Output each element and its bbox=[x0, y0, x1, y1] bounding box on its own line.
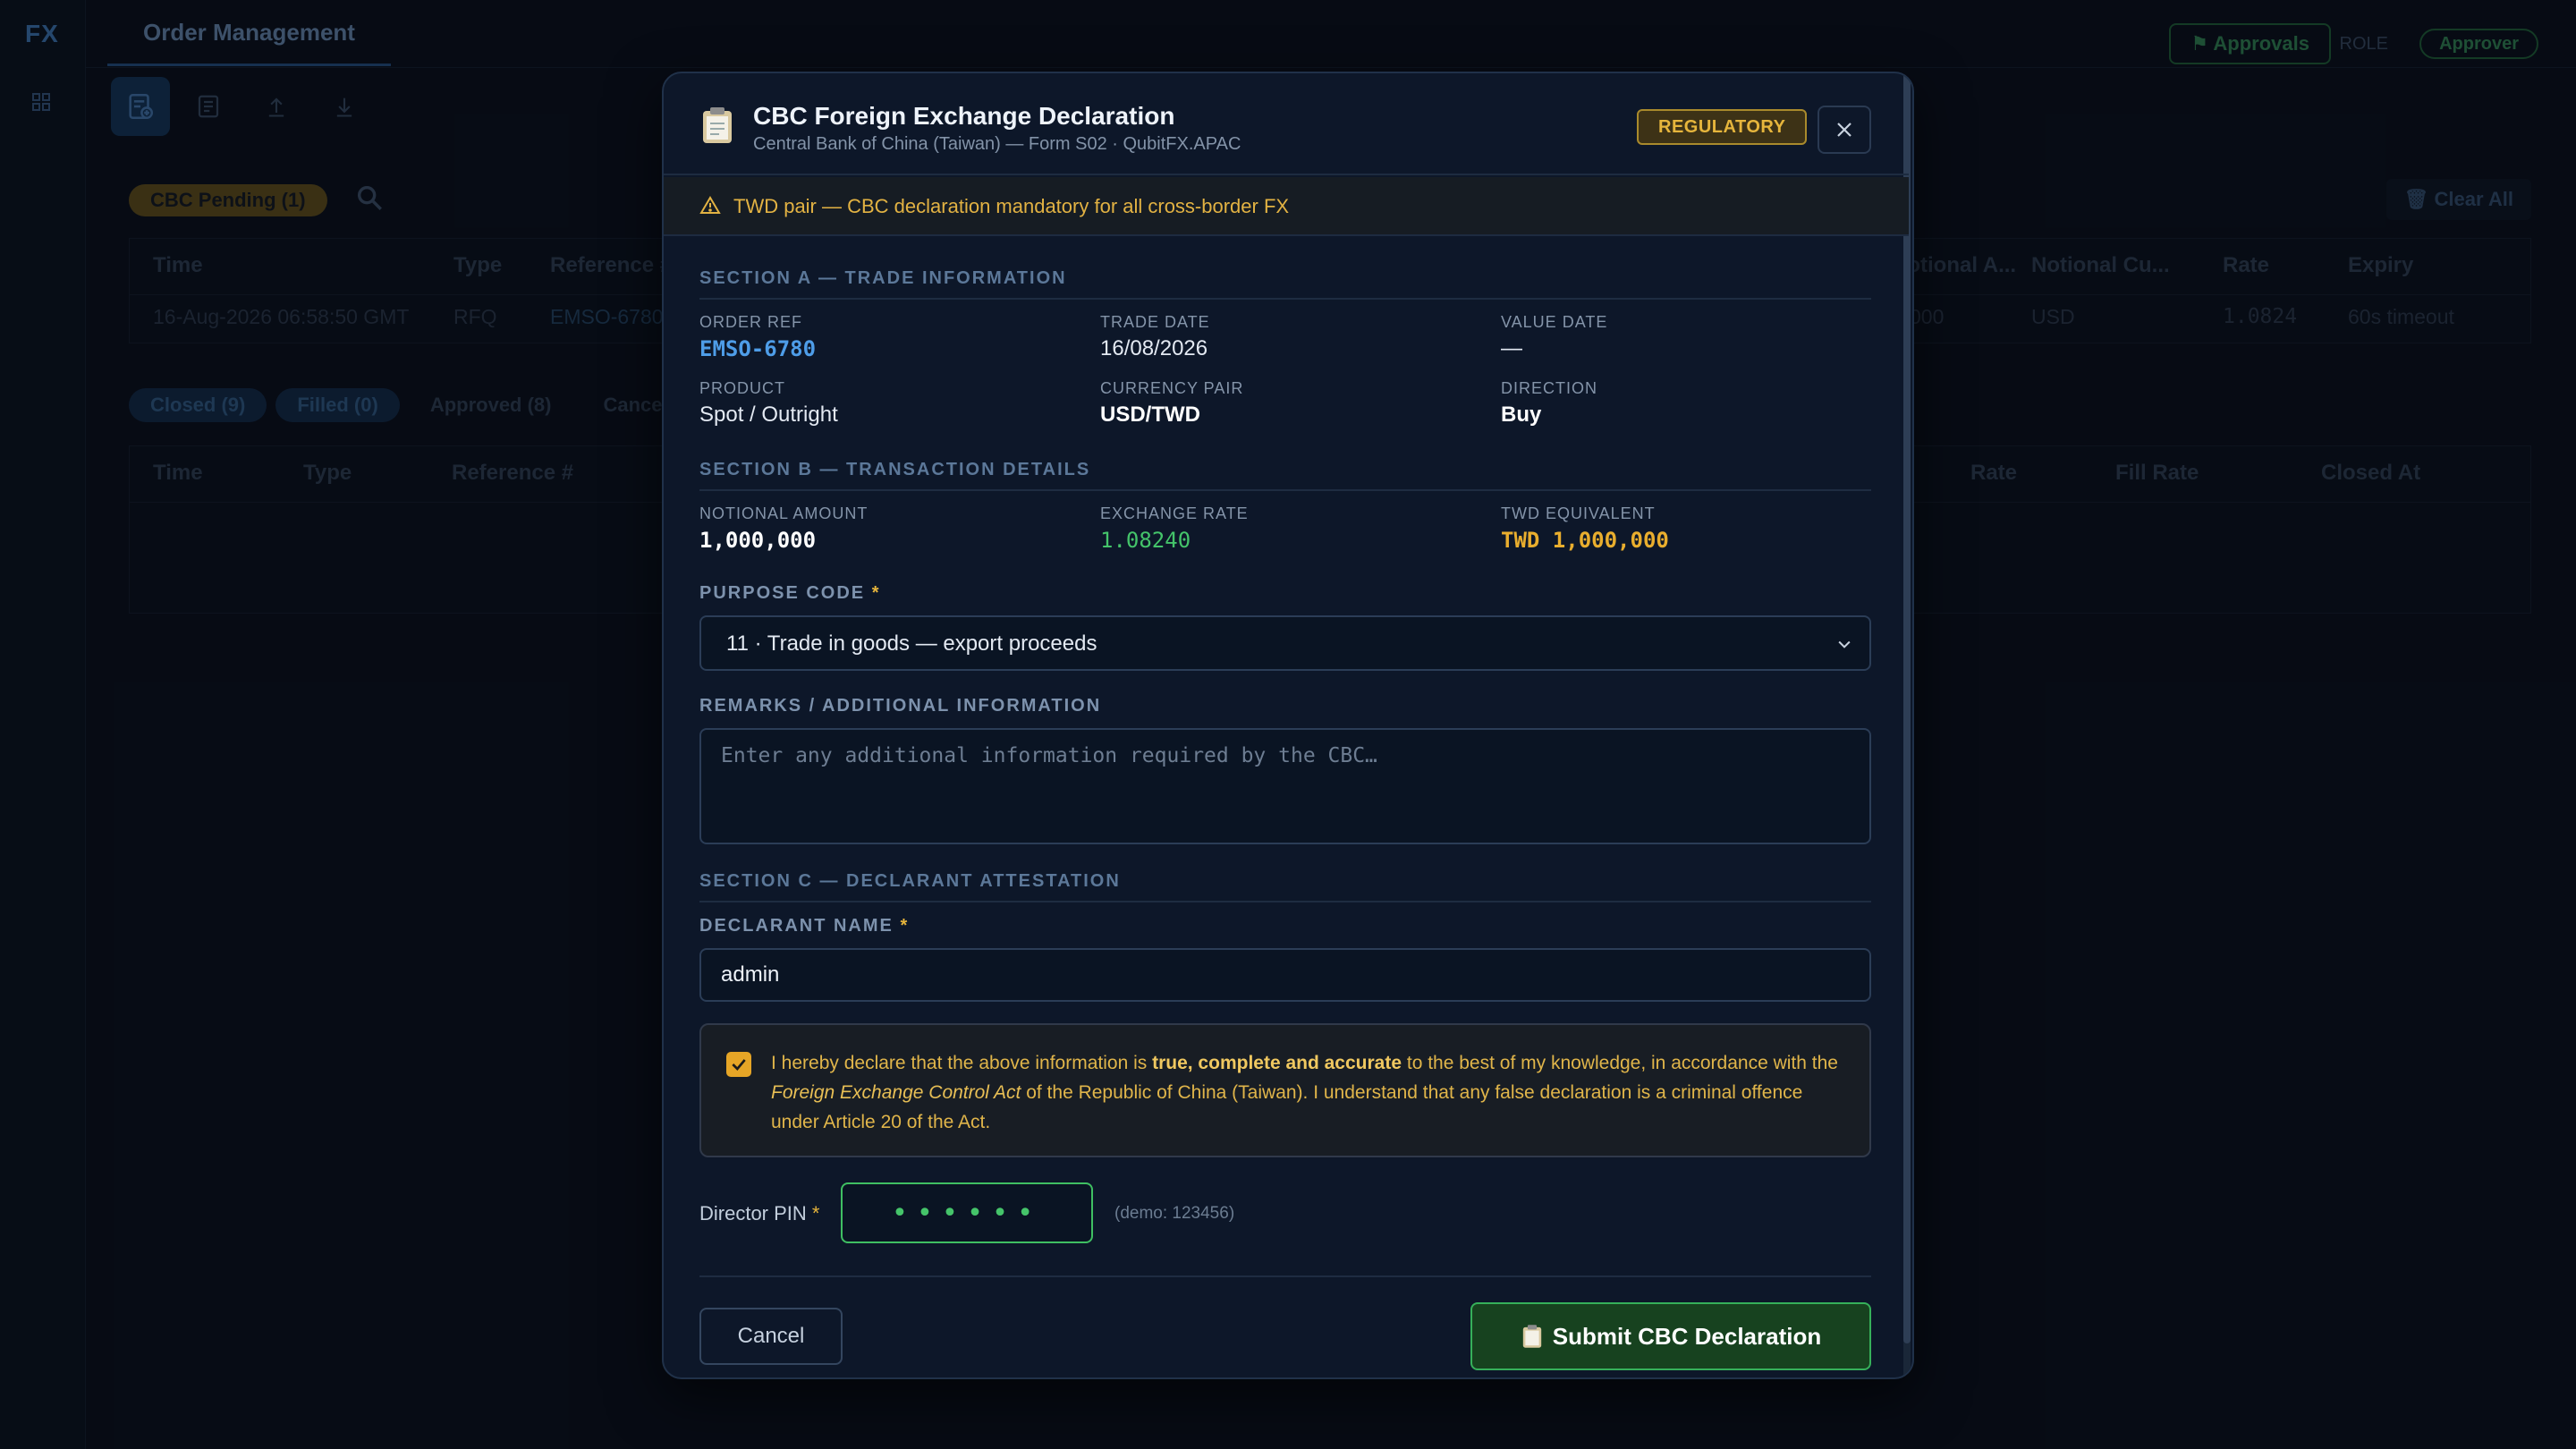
required-mark: * bbox=[900, 916, 910, 936]
product-value: Spot / Outright bbox=[699, 402, 838, 427]
required-mark: * bbox=[871, 583, 881, 603]
trade-date-label: TRADE DATE bbox=[1100, 313, 1210, 331]
modal-header: CBC Foreign Exchange Declaration Central… bbox=[664, 73, 1909, 175]
attestation-text: I hereby declare that the above informat… bbox=[771, 1048, 1844, 1137]
currency-pair-label: CURRENCY PAIR bbox=[1100, 379, 1244, 397]
purpose-code-select[interactable]: 11 · Trade in goods — export proceeds bbox=[699, 615, 1871, 671]
warning-icon bbox=[699, 196, 721, 214]
direction-value: Buy bbox=[1501, 402, 1542, 427]
cancel-button[interactable]: Cancel bbox=[699, 1308, 843, 1365]
exchange-rate-label: EXCHANGE RATE bbox=[1100, 504, 1249, 522]
twd-equivalent-value: TWD 1,000,000 bbox=[1501, 528, 1669, 553]
attest-italic: Foreign Exchange Control Act bbox=[771, 1082, 1021, 1103]
scrollbar-thumb[interactable] bbox=[1903, 73, 1911, 1343]
close-icon bbox=[1837, 123, 1852, 137]
exchange-rate-value: 1.08240 bbox=[1100, 528, 1191, 553]
modal-subtitle: Central Bank of China (Taiwan) — Form S0… bbox=[753, 134, 1241, 154]
checkmark-icon bbox=[732, 1059, 746, 1071]
order-ref-label: ORDER REF bbox=[699, 313, 803, 331]
value-date-label: VALUE DATE bbox=[1501, 313, 1608, 331]
declarant-name-label: DECLARANT NAME * bbox=[699, 916, 909, 936]
submit-label: Submit CBC Declaration bbox=[1552, 1322, 1822, 1350]
footer-divider bbox=[699, 1275, 1871, 1277]
warning-text: TWD pair — CBC declaration mandatory for… bbox=[733, 195, 1290, 217]
submit-declaration-button[interactable]: Submit CBC Declaration bbox=[1470, 1302, 1871, 1370]
declarant-name-label-text: DECLARANT NAME bbox=[699, 916, 894, 936]
order-ref-link[interactable]: EMSO-6780 bbox=[699, 336, 816, 361]
remarks-textarea[interactable] bbox=[699, 728, 1871, 844]
declarant-name-input[interactable] bbox=[699, 948, 1871, 1002]
required-mark: * bbox=[811, 1202, 820, 1224]
purpose-code-label: PURPOSE CODE * bbox=[699, 583, 881, 604]
attestation-box: I hereby declare that the above informat… bbox=[699, 1023, 1871, 1157]
currency-pair-value: USD/TWD bbox=[1100, 402, 1200, 427]
product-label: PRODUCT bbox=[699, 379, 785, 397]
director-pin-input[interactable]: •••••• bbox=[841, 1182, 1093, 1243]
notional-value: 1,000,000 bbox=[699, 528, 817, 553]
director-pin-label-text: Director PIN bbox=[699, 1202, 807, 1224]
regulatory-badge: REGULATORY bbox=[1637, 109, 1808, 145]
notional-label: NOTIONAL AMOUNT bbox=[699, 504, 869, 522]
remarks-label: REMARKS / ADDITIONAL INFORMATION bbox=[699, 696, 1102, 716]
trade-date-value: 16/08/2026 bbox=[1100, 336, 1208, 360]
attest-bold: true, complete and accurate bbox=[1152, 1053, 1402, 1073]
cbc-declaration-modal: CBC Foreign Exchange Declaration Central… bbox=[662, 72, 1914, 1379]
attest-part-1: I hereby declare that the above informat… bbox=[771, 1053, 1153, 1073]
close-button[interactable] bbox=[1818, 106, 1871, 154]
modal-scrollbar[interactable] bbox=[1903, 73, 1911, 1377]
section-c-title: SECTION C — DECLARANT ATTESTATION bbox=[699, 871, 1871, 902]
section-a-title: SECTION A — TRADE INFORMATION bbox=[699, 268, 1871, 300]
pin-dots: •••••• bbox=[891, 1197, 1043, 1229]
value-date-value: — bbox=[1501, 336, 1522, 360]
clipboard-icon bbox=[1522, 1325, 1541, 1348]
purpose-code-value: 11 · Trade in goods — export proceeds bbox=[726, 631, 1097, 656]
attest-part-2: to the best of my knowledge, in accordan… bbox=[1402, 1053, 1838, 1073]
warning-banner: TWD pair — CBC declaration mandatory for… bbox=[664, 177, 1909, 236]
pin-hint: (demo: 123456) bbox=[1114, 1204, 1235, 1223]
clipboard-icon bbox=[703, 107, 732, 143]
direction-label: DIRECTION bbox=[1501, 379, 1597, 397]
chevron-down-icon bbox=[1838, 640, 1851, 648]
section-b-title: SECTION B — TRANSACTION DETAILS bbox=[699, 460, 1871, 491]
purpose-code-label-text: PURPOSE CODE bbox=[699, 583, 866, 603]
modal-title: CBC Foreign Exchange Declaration bbox=[753, 102, 1175, 130]
director-pin-label: Director PIN * bbox=[699, 1202, 819, 1225]
twd-equivalent-label: TWD EQUIVALENT bbox=[1501, 504, 1656, 522]
attestation-checkbox[interactable] bbox=[726, 1052, 751, 1077]
